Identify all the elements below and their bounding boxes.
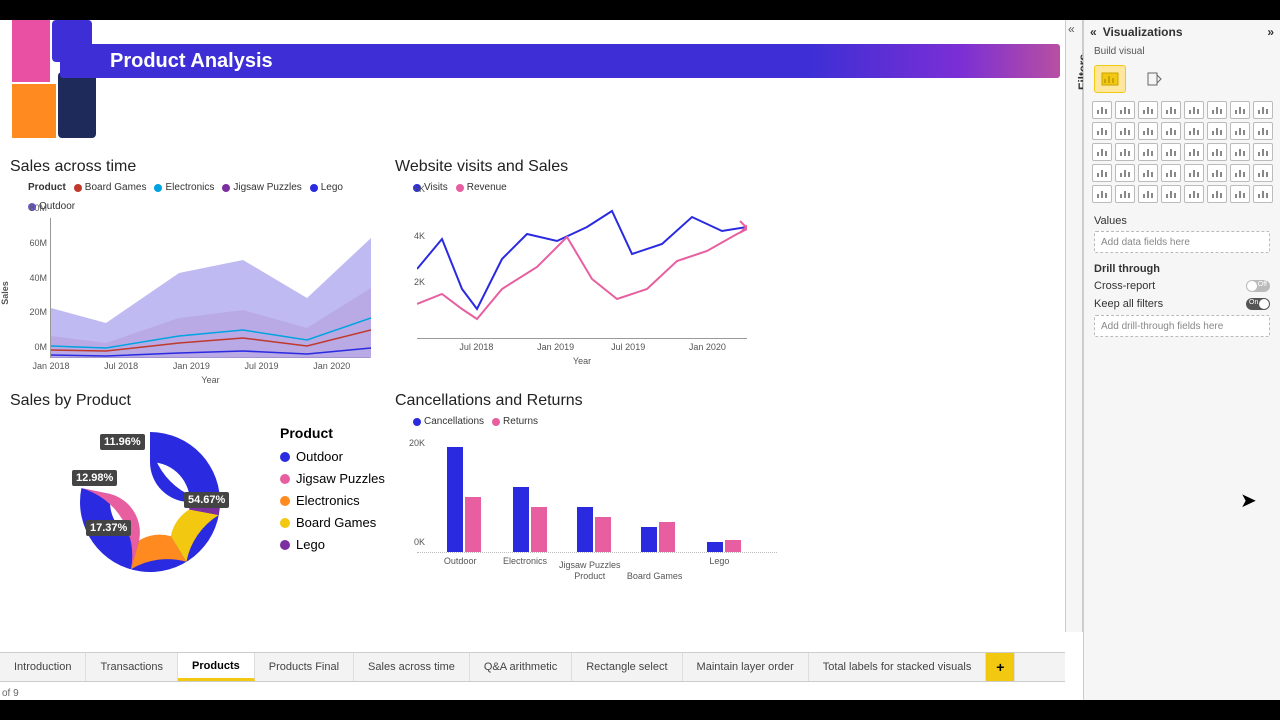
arcgis-icon[interactable] <box>1138 185 1158 203</box>
collapse-visualizations-icon[interactable]: « <box>1090 25 1097 39</box>
build-visual-tab[interactable] <box>1094 65 1126 93</box>
values-label: Values <box>1084 207 1280 229</box>
page-title: Product Analysis <box>60 50 273 73</box>
chart-legend: Product Outdoor Jigsaw Puzzles Electroni… <box>280 422 385 556</box>
add-page-button[interactable]: + <box>986 653 1015 681</box>
tab-products-final[interactable]: Products Final <box>255 653 354 681</box>
slicer-icon[interactable] <box>1230 143 1250 161</box>
visual-icon[interactable] <box>1253 185 1273 203</box>
chart-title: Sales across time <box>10 158 380 176</box>
waterfall-icon[interactable] <box>1115 122 1135 140</box>
cross-report-label: Cross-report <box>1094 280 1155 292</box>
visual-icon[interactable] <box>1230 185 1250 203</box>
status-page-indicator: of 9 <box>2 688 19 699</box>
clustered-column-icon[interactable] <box>1161 101 1181 119</box>
map-icon[interactable] <box>1253 122 1273 140</box>
pct-label: 17.37% <box>86 520 131 536</box>
chart-cancellations-returns[interactable]: Cancellations and Returns Cancellations … <box>395 392 795 553</box>
drill-through-field-well[interactable]: Add drill-through fields here <box>1094 315 1270 337</box>
pct-label: 11.96% <box>100 434 145 450</box>
tab-introduction[interactable]: Introduction <box>0 653 86 681</box>
multi-card-icon[interactable] <box>1184 143 1204 161</box>
report-canvas[interactable]: Product Analysis Sales across time Produ… <box>0 20 1065 650</box>
filled-map-icon[interactable] <box>1092 143 1112 161</box>
azure-map-icon[interactable] <box>1115 143 1135 161</box>
chart-legend: Visits Revenue <box>413 182 775 193</box>
chart-title: Website visits and Sales <box>395 158 775 176</box>
clustered-bar-icon[interactable] <box>1115 101 1135 119</box>
more-visuals-icon[interactable] <box>1161 185 1181 203</box>
paginated-icon[interactable] <box>1253 164 1273 182</box>
matrix-icon[interactable] <box>1092 164 1112 182</box>
logo <box>12 20 96 148</box>
cross-report-toggle[interactable]: Off <box>1246 280 1270 292</box>
visual-icon[interactable] <box>1184 185 1204 203</box>
tab-q-a-arithmetic[interactable]: Q&A arithmetic <box>470 653 572 681</box>
keep-filters-label: Keep all filters <box>1094 298 1163 310</box>
tab-transactions[interactable]: Transactions <box>86 653 178 681</box>
ribbon-icon[interactable] <box>1092 122 1112 140</box>
power-apps-icon[interactable] <box>1092 185 1112 203</box>
stacked-column-icon[interactable] <box>1138 101 1158 119</box>
keep-filters-toggle[interactable]: On <box>1246 298 1270 310</box>
page-tabs: IntroductionTransactionsProductsProducts… <box>0 652 1065 682</box>
tab-total-labels-for-stacked-visuals[interactable]: Total labels for stacked visuals <box>809 653 987 681</box>
scatter-icon[interactable] <box>1161 122 1181 140</box>
expand-filters-icon[interactable]: « <box>1068 22 1075 36</box>
visualizations-title: Visualizations <box>1097 25 1268 39</box>
tab-products[interactable]: Products <box>178 653 255 681</box>
line-icon[interactable] <box>1184 101 1204 119</box>
chart-legend: Cancellations Returns <box>413 416 795 427</box>
card-icon[interactable] <box>1161 143 1181 161</box>
area-icon[interactable] <box>1207 101 1227 119</box>
power-automate put-icon[interactable] <box>1115 185 1135 203</box>
r-visual-icon[interactable] <box>1115 164 1135 182</box>
py-visual-icon[interactable] <box>1138 164 1158 182</box>
pie-icon[interactable] <box>1184 122 1204 140</box>
visual-icon[interactable] <box>1207 185 1227 203</box>
chart-title: Sales by Product <box>10 392 390 410</box>
chart-legend: Product Board Games Electronics Jigsaw P… <box>28 182 380 212</box>
donut-icon[interactable] <box>1207 122 1227 140</box>
tab-rectangle-select[interactable]: Rectangle select <box>572 653 682 681</box>
filters-pane-collapsed[interactable]: « Filters <box>1065 20 1083 632</box>
decomp-tree-icon[interactable] <box>1184 164 1204 182</box>
stacked-bar-icon[interactable] <box>1092 101 1112 119</box>
tab-sales-across-time[interactable]: Sales across time <box>354 653 470 681</box>
table-icon[interactable] <box>1253 143 1273 161</box>
treemap-icon[interactable] <box>1230 122 1250 140</box>
chart-title: Cancellations and Returns <box>395 392 795 410</box>
visual-gallery <box>1084 97 1280 207</box>
visualizations-pane: « Visualizations » Build visual Values A… <box>1083 20 1280 700</box>
drill-through-label: Drill through <box>1084 255 1280 277</box>
title-band: Product Analysis <box>60 44 1060 78</box>
chart-sales-across-time[interactable]: Sales across time Product Board Games El… <box>10 158 380 358</box>
pct-label: 54.67% <box>184 492 229 508</box>
key-influencers-icon[interactable] <box>1161 164 1181 182</box>
funnel-icon[interactable] <box>1138 122 1158 140</box>
qa-icon[interactable] <box>1207 164 1227 182</box>
tab-maintain-layer-order[interactable]: Maintain layer order <box>683 653 809 681</box>
smart-narrative-icon[interactable] <box>1230 164 1250 182</box>
stacked-area-icon[interactable] <box>1230 101 1250 119</box>
kpi-icon[interactable] <box>1207 143 1227 161</box>
gauge-icon[interactable] <box>1138 143 1158 161</box>
build-visual-label: Build visual <box>1084 44 1280 59</box>
values-field-well[interactable]: Add data fields here <box>1094 231 1270 253</box>
chart-website-visits-sales[interactable]: Website visits and Sales Visits Revenue … <box>395 158 775 339</box>
chart-sales-by-product[interactable]: Sales by Product 11.96% 12.98% <box>10 392 390 612</box>
format-visual-tab[interactable] <box>1138 65 1170 93</box>
pct-label: 12.98% <box>72 470 117 486</box>
line-clustered-icon[interactable] <box>1253 101 1273 119</box>
expand-visualizations-icon[interactable]: » <box>1267 25 1274 39</box>
